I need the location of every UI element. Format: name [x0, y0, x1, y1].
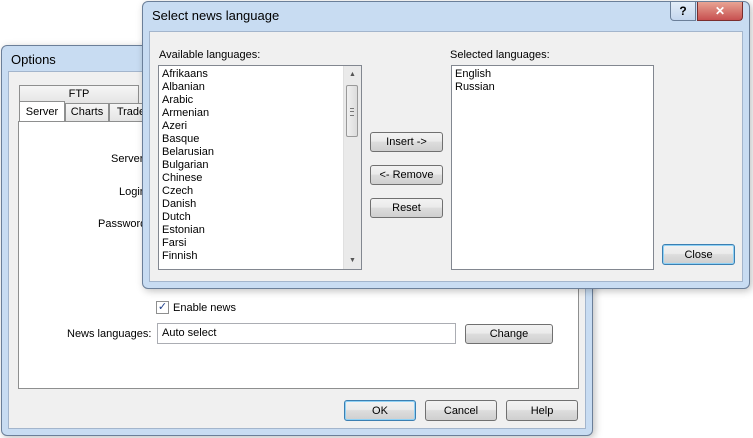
- cancel-button[interactable]: Cancel: [425, 400, 497, 421]
- enable-news-label: Enable news: [173, 302, 236, 314]
- remove-button[interactable]: <- Remove: [370, 165, 443, 185]
- language-dialog: Select news language ? ✕ Available langu…: [142, 1, 750, 289]
- tab-server-label: Server: [25, 106, 59, 118]
- help-caption-button[interactable]: ?: [670, 2, 696, 21]
- news-languages-label: News languages:: [67, 328, 152, 340]
- selected-languages-list[interactable]: English Russian: [451, 65, 654, 270]
- close-button[interactable]: Close: [662, 244, 735, 265]
- list-item[interactable]: Czech: [162, 185, 214, 198]
- tab-ftp-label: FTP: [68, 88, 90, 100]
- close-icon: ✕: [714, 4, 726, 18]
- language-dialog-client: Available languages: Afrikaans Albanian …: [149, 31, 743, 282]
- change-button[interactable]: Change: [465, 324, 553, 344]
- close-caption-button[interactable]: ✕: [697, 2, 743, 21]
- list-item[interactable]: Russian: [455, 81, 495, 94]
- help-button[interactable]: Help: [506, 400, 578, 421]
- options-window-title: Options: [11, 52, 56, 67]
- password-label: Password: [98, 218, 147, 230]
- list-item[interactable]: Estonian: [162, 224, 214, 237]
- scroll-thumb[interactable]: [346, 85, 358, 137]
- list-item[interactable]: Albanian: [162, 81, 214, 94]
- list-item[interactable]: Azeri: [162, 120, 214, 133]
- list-item[interactable]: Chinese: [162, 172, 214, 185]
- list-item[interactable]: Finnish: [162, 250, 214, 263]
- news-languages-field[interactable]: Auto select: [157, 323, 456, 344]
- list-item[interactable]: Arabic: [162, 94, 214, 107]
- insert-button[interactable]: Insert ->: [370, 132, 443, 152]
- list-item[interactable]: Farsi: [162, 237, 214, 250]
- list-item[interactable]: Danish: [162, 198, 214, 211]
- question-icon: ?: [679, 4, 687, 18]
- available-list-scrollbar[interactable]: ▲ ▼: [343, 66, 361, 269]
- list-item[interactable]: Afrikaans: [162, 68, 214, 81]
- server-label: Server: [111, 153, 144, 165]
- selected-languages-label: Selected languages:: [450, 49, 550, 61]
- options-tabrow: Server Charts Trade: [19, 101, 159, 121]
- available-languages-list[interactable]: Afrikaans Albanian Arabic Armenian Azeri…: [158, 65, 362, 270]
- reset-button[interactable]: Reset: [370, 198, 443, 218]
- check-mark-icon: ✓: [157, 301, 168, 313]
- scroll-grip-icon: [350, 108, 354, 116]
- available-languages-items: Afrikaans Albanian Arabic Armenian Azeri…: [162, 68, 214, 263]
- tab-charts[interactable]: Charts: [65, 103, 109, 121]
- language-dialog-title: Select news language: [152, 8, 280, 23]
- list-item[interactable]: Dutch: [162, 211, 214, 224]
- selected-languages-items: English Russian: [455, 68, 495, 94]
- tab-server[interactable]: Server: [19, 101, 65, 121]
- tab-charts-label: Charts: [70, 106, 104, 118]
- list-item[interactable]: Bulgarian: [162, 159, 214, 172]
- list-item[interactable]: Belarusian: [162, 146, 214, 159]
- available-languages-label: Available languages:: [159, 49, 261, 61]
- ok-button[interactable]: OK: [344, 400, 416, 421]
- list-item[interactable]: English: [455, 68, 495, 81]
- enable-news-checkbox[interactable]: ✓: [156, 301, 169, 314]
- list-item[interactable]: Basque: [162, 133, 214, 146]
- list-item[interactable]: Armenian: [162, 107, 214, 120]
- scroll-up-arrow-icon[interactable]: ▲: [344, 66, 361, 83]
- scroll-down-arrow-icon[interactable]: ▼: [344, 252, 361, 269]
- tab-trade-label: Trade: [116, 106, 146, 118]
